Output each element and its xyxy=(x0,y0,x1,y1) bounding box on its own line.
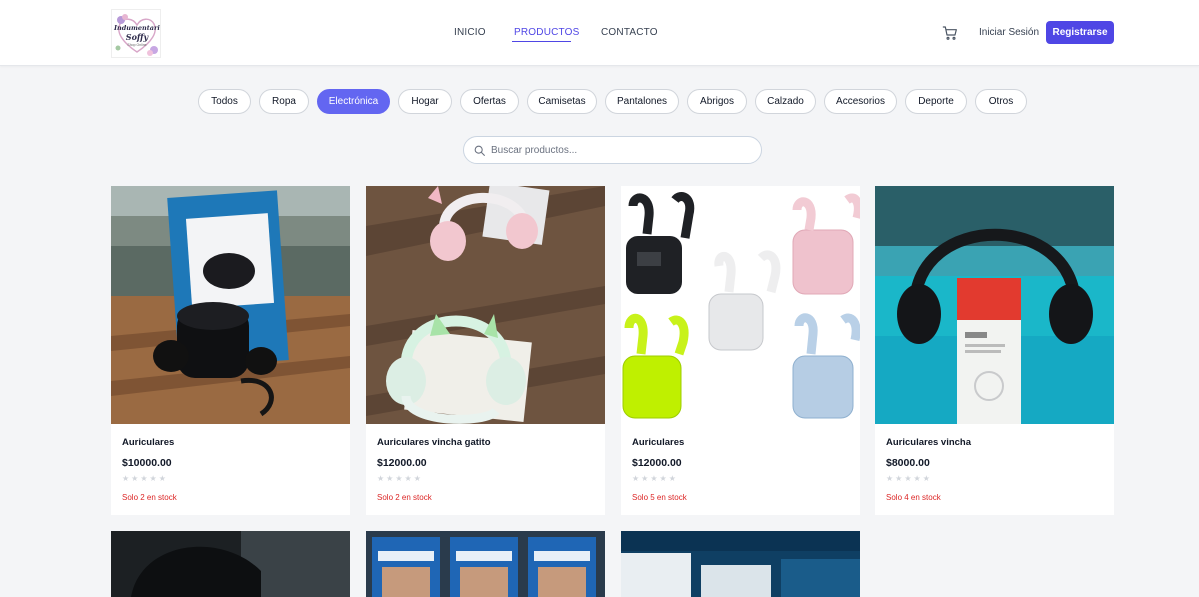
product-stock: Solo 2 en stock xyxy=(122,493,177,502)
nav-contacto[interactable]: CONTACTO xyxy=(601,27,658,38)
search-bar xyxy=(463,136,762,164)
cart-icon[interactable] xyxy=(942,25,958,41)
product-title[interactable]: Auriculares vincha gatito xyxy=(377,437,491,448)
product-stock: Solo 5 en stock xyxy=(632,493,687,502)
product-image[interactable] xyxy=(621,186,860,424)
product-stock: Solo 2 en stock xyxy=(377,493,432,502)
nav-productos[interactable]: PRODUCTOS xyxy=(514,27,580,38)
register-button[interactable]: Registrarse xyxy=(1046,21,1114,44)
product-title[interactable]: Auriculares xyxy=(632,437,684,448)
filter-pantalones[interactable]: Pantalones xyxy=(605,89,679,114)
filter-otros[interactable]: Otros xyxy=(975,89,1027,114)
product-rating-stars: ★★★★★ xyxy=(886,474,932,483)
product-image[interactable] xyxy=(366,186,605,424)
product-image[interactable] xyxy=(366,531,605,597)
product-card[interactable]: Auriculares $10000.00 ★★★★★ Solo 2 en st… xyxy=(111,186,350,515)
product-price: $12000.00 xyxy=(632,457,682,469)
filter-electronica[interactable]: Electrónica xyxy=(317,89,390,114)
filter-deporte[interactable]: Deporte xyxy=(905,89,967,114)
product-card[interactable]: Auriculares vincha gatito $12000.00 ★★★★… xyxy=(366,186,605,515)
product-price: $8000.00 xyxy=(886,457,930,469)
filter-ropa[interactable]: Ropa xyxy=(259,89,309,114)
product-card[interactable] xyxy=(111,531,350,597)
product-rating-stars: ★★★★★ xyxy=(632,474,678,483)
product-title[interactable]: Auriculares vincha xyxy=(886,437,971,448)
filter-camisetas[interactable]: Camisetas xyxy=(527,89,597,114)
product-image[interactable] xyxy=(111,531,350,597)
product-title[interactable]: Auriculares xyxy=(122,437,174,448)
product-card[interactable]: Auriculares $12000.00 ★★★★★ Solo 5 en st… xyxy=(621,186,860,515)
product-price: $12000.00 xyxy=(377,457,427,469)
filter-hogar[interactable]: Hogar xyxy=(398,89,452,114)
filter-abrigos[interactable]: Abrigos xyxy=(687,89,747,114)
login-link[interactable]: Iniciar Sesión xyxy=(979,27,1039,38)
category-filters: Todos Ropa Electrónica Hogar Ofertas Cam… xyxy=(0,89,1199,114)
product-card[interactable] xyxy=(621,531,860,597)
filter-accesorios[interactable]: Accesorios xyxy=(824,89,897,114)
search-icon xyxy=(473,144,486,157)
filter-ofertas[interactable]: Ofertas xyxy=(460,89,519,114)
product-card[interactable]: Auriculares vincha $8000.00 ★★★★★ Solo 4… xyxy=(875,186,1114,515)
product-image[interactable] xyxy=(875,186,1114,424)
top-header: Indumentaria Soffy Shop Online INICIO PR… xyxy=(0,0,1199,66)
product-rating-stars: ★★★★★ xyxy=(377,474,423,483)
product-price: $10000.00 xyxy=(122,457,172,469)
product-stock: Solo 4 en stock xyxy=(886,493,941,502)
filter-todos[interactable]: Todos xyxy=(198,89,251,114)
nav-inicio[interactable]: INICIO xyxy=(454,27,486,38)
nav-active-underline xyxy=(512,41,571,42)
product-image[interactable] xyxy=(621,531,860,597)
product-rating-stars: ★★★★★ xyxy=(122,474,168,483)
product-image[interactable] xyxy=(111,186,350,424)
filter-calzado[interactable]: Calzado xyxy=(755,89,816,114)
search-input[interactable] xyxy=(491,141,751,159)
product-card[interactable] xyxy=(366,531,605,597)
